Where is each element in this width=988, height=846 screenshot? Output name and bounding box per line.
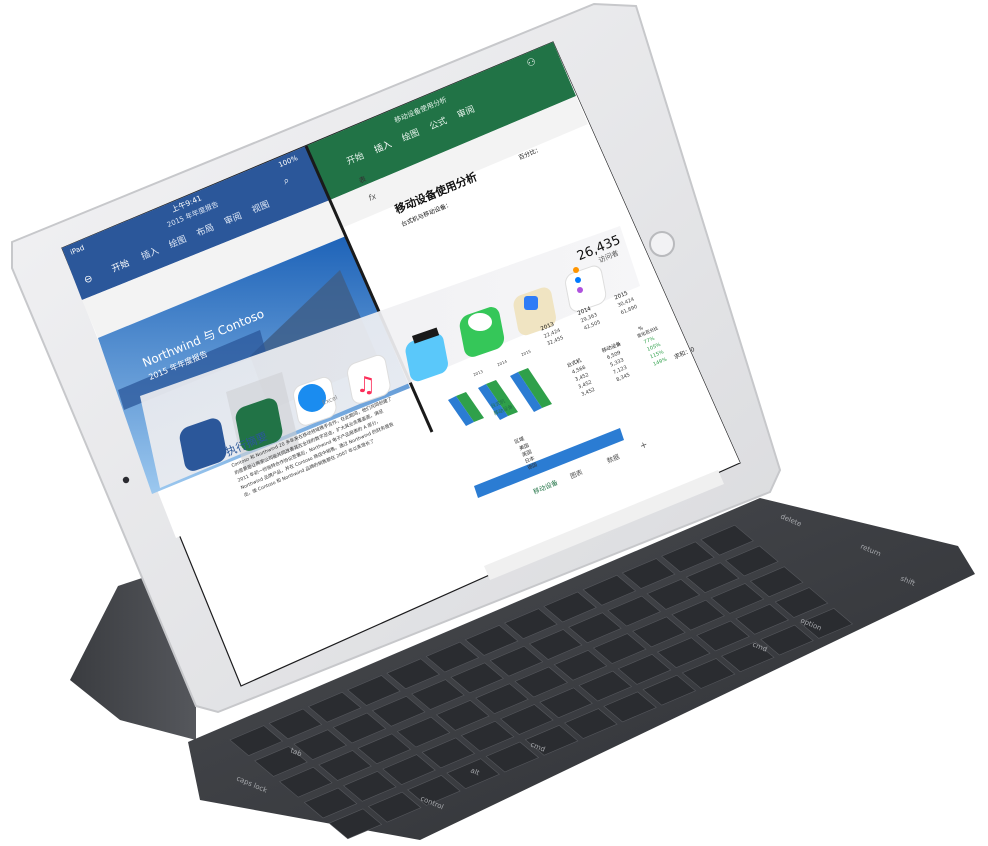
ipad-keyboard-illustration: ♫ iPad 上午9:41 100% 2015 年年度报告 开始 插入 绘图 布… bbox=[11, 2, 975, 840]
home-button[interactable] bbox=[649, 231, 675, 257]
product-photo: ♫ iPad 上午9:41 100% 2015 年年度报告 开始 插入 绘图 布… bbox=[0, 0, 988, 846]
front-camera bbox=[122, 476, 130, 484]
svg-text:♫: ♫ bbox=[356, 373, 376, 398]
